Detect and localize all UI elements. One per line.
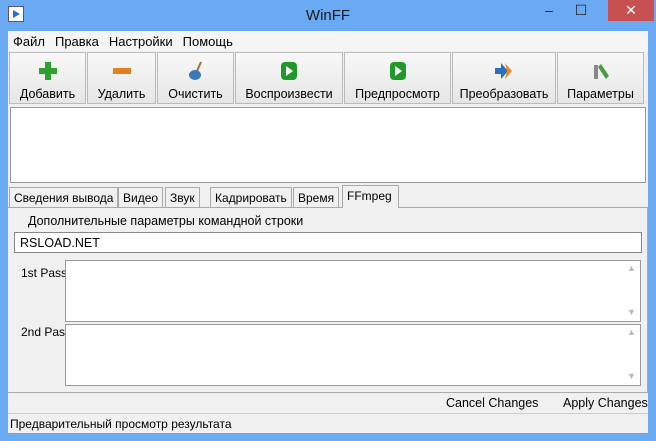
status-bar: Предварительный просмотр результата: [8, 413, 648, 433]
cancel-changes-button[interactable]: Cancel Changes: [446, 396, 538, 410]
clear-button[interactable]: Очистить: [157, 52, 234, 104]
menu-help[interactable]: Помощь: [178, 31, 238, 51]
maximize-button[interactable]: ☐: [568, 0, 594, 21]
toolbar: Добавить Удалить Очистить Воспроизвести …: [8, 51, 648, 105]
minus-icon: [112, 68, 131, 74]
apply-changes-button[interactable]: Apply Changes: [563, 396, 648, 410]
add-label: Добавить: [19, 87, 76, 101]
add-button[interactable]: Добавить: [9, 52, 86, 104]
cmd-params-label: Дополнительные параметры командной строк…: [28, 214, 304, 228]
pass2-textarea[interactable]: ▲ ▼: [65, 324, 641, 386]
tools-icon: [593, 64, 609, 79]
convert-arrow-icon: [495, 63, 512, 79]
remove-label: Удалить: [97, 87, 146, 101]
file-list[interactable]: [10, 107, 646, 183]
tab-ffmpeg[interactable]: FFmpeg: [342, 185, 399, 208]
clear-label: Очистить: [168, 87, 223, 101]
tab-output-info[interactable]: Сведения вывода: [9, 187, 119, 208]
play-label: Воспроизвести: [245, 87, 333, 101]
scrollbar[interactable]: ▲ ▼: [623, 325, 640, 385]
menu-file[interactable]: Файл: [8, 31, 50, 51]
tab-bar: Сведения вывода Видео Звук Кадрировать В…: [8, 185, 648, 208]
client-area: Файл Правка Настройки Помощь Добавить Уд…: [8, 31, 648, 433]
title-bar: WinFF – ☐ ✕: [0, 0, 656, 30]
menu-edit[interactable]: Правка: [50, 31, 104, 51]
pass1-textarea[interactable]: ▲ ▼: [65, 260, 641, 322]
broom-icon: [188, 61, 202, 80]
preview-label: Предпросмотр: [355, 87, 440, 101]
play-icon: [389, 62, 406, 80]
tab-crop[interactable]: Кадрировать: [210, 187, 292, 208]
plus-icon: [38, 62, 57, 80]
menu-settings[interactable]: Настройки: [104, 31, 178, 51]
convert-label: Преобразовать: [459, 87, 549, 101]
play-button[interactable]: Воспроизвести: [235, 52, 343, 104]
scrollbar[interactable]: ▲ ▼: [623, 261, 640, 321]
remove-button[interactable]: Удалить: [87, 52, 156, 104]
tab-time[interactable]: Время: [293, 187, 340, 208]
ffmpeg-panel: Дополнительные параметры командной строк…: [8, 207, 648, 393]
minimize-button[interactable]: –: [536, 0, 562, 21]
pass1-label: 1st Pass: [21, 266, 68, 280]
changes-row: Cancel Changes Apply Changes: [8, 394, 648, 413]
cmd-params-input[interactable]: [14, 232, 642, 253]
settings-button[interactable]: Параметры: [557, 52, 644, 104]
close-button[interactable]: ✕: [608, 0, 654, 21]
play-icon: [281, 62, 297, 80]
menu-bar: Файл Правка Настройки Помощь: [8, 31, 648, 51]
preview-button[interactable]: Предпросмотр: [344, 52, 451, 104]
tab-audio[interactable]: Звук: [165, 187, 200, 208]
tab-video[interactable]: Видео: [118, 187, 164, 208]
pass2-label: 2nd Pass: [21, 325, 72, 339]
settings-label: Параметры: [567, 87, 634, 101]
convert-button[interactable]: Преобразовать: [452, 52, 556, 104]
